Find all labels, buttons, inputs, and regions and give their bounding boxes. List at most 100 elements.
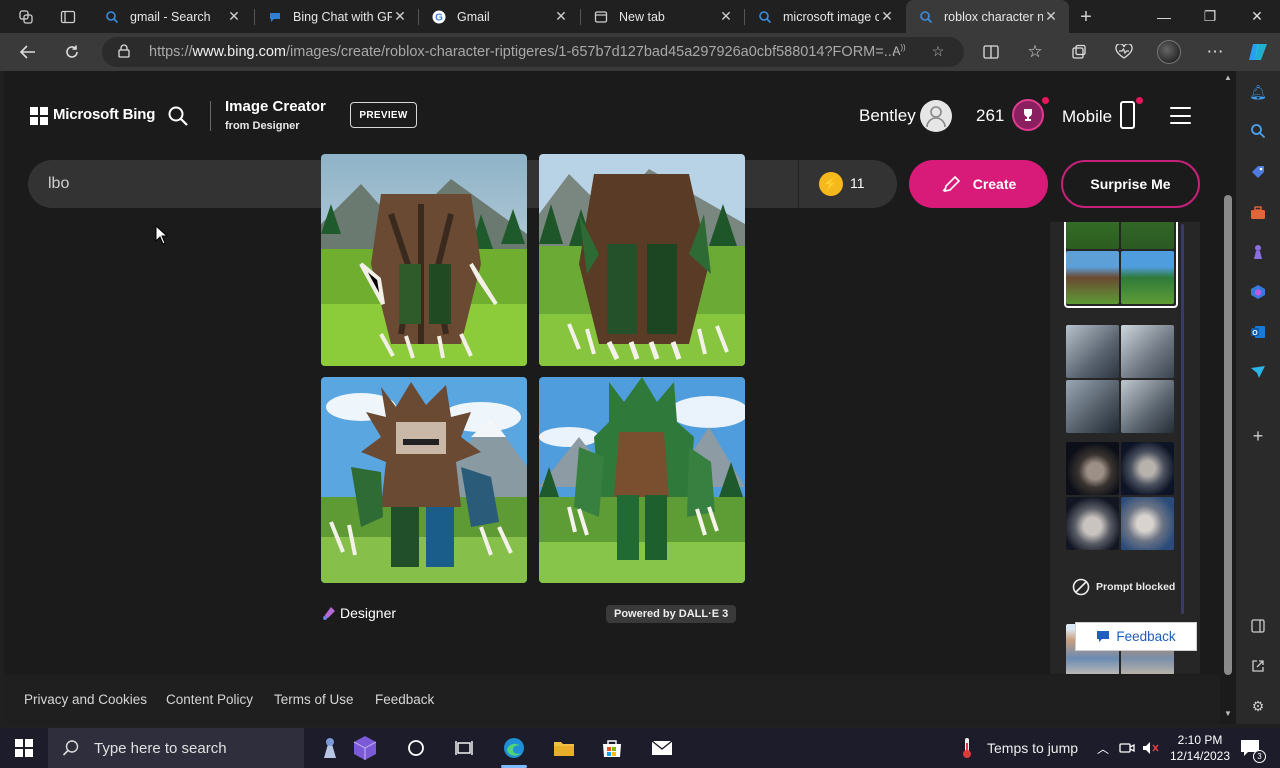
read-aloud-icon[interactable]: A)) [889,43,909,61]
microsoft-store-icon[interactable] [599,736,625,760]
url-path: /images/create/roblox-character-riptiger… [286,44,896,60]
games-chess-icon[interactable] [1247,241,1269,263]
restore-window-icon[interactable]: ❐ [1187,0,1233,33]
drop-send-icon[interactable] [1247,361,1269,383]
surprise-me-button[interactable]: Surprise Me [1061,160,1200,208]
mail-icon[interactable] [649,736,675,760]
boost-lightning-icon[interactable]: ⚡ [819,172,843,196]
favorite-star-icon[interactable]: ☆ [928,43,948,61]
history-thumbnail-city-bus[interactable] [1066,325,1178,433]
address-bar[interactable]: https://www.bing.com/images/create/roblo… [102,37,964,67]
scroll-up-arrow-icon[interactable]: ▲ [1223,73,1233,82]
collections-icon[interactable] [1065,39,1093,65]
meet-now-camera-icon[interactable] [1114,736,1140,760]
weather-text[interactable]: Temps to jump [987,740,1078,756]
close-tab-icon[interactable]: ✕ [392,8,408,25]
tab-gmail[interactable]: G Gmail ✕ [419,0,579,33]
designer-link[interactable]: Designer [321,605,396,621]
scrollbar-thumb[interactable] [1224,195,1232,675]
task-view-icon[interactable] [451,736,477,760]
header-divider [210,101,211,131]
tab-gmail-search[interactable]: gmail - Search ✕ [92,0,252,33]
url-text[interactable]: https://www.bing.com/images/create/roblo… [149,44,896,60]
mouse-cursor-icon [155,224,169,245]
weather-thermometer-icon[interactable] [954,736,980,760]
user-name[interactable]: Bentley [859,106,916,126]
history-thumbnail-space-meteor[interactable] [1066,442,1178,550]
microsoft-logo-icon[interactable] [30,107,48,125]
privacy-cookies-link[interactable]: Privacy and Cookies [24,692,147,707]
minimize-window-icon[interactable]: — [1141,0,1187,33]
show-hidden-icons-chevron[interactable]: ︿ [1090,736,1116,760]
cortana-icon[interactable] [403,736,429,760]
terms-of-use-link[interactable]: Terms of Use [274,692,354,707]
sidebar-settings-gear-icon[interactable]: ⚙ [1247,695,1269,717]
feedback-link[interactable]: Feedback [375,692,434,707]
generated-image-3[interactable] [321,377,527,583]
svg-text:G: G [435,12,443,23]
windows-taskbar: Type here to search Temps to jump ︿ 2:10… [0,728,1280,768]
close-tab-icon[interactable]: ✕ [879,8,895,25]
feedback-button[interactable]: Feedback [1075,622,1197,651]
shopping-tag-icon[interactable] [1247,161,1269,183]
new-tab-plus-icon[interactable]: + [1075,6,1097,28]
generated-image-2[interactable] [539,154,745,366]
content-policy-link[interactable]: Content Policy [166,692,253,707]
scroll-down-arrow-icon[interactable]: ▼ [1223,709,1233,718]
tools-briefcase-icon[interactable] [1247,202,1269,224]
tab-microsoft-image[interactable]: microsoft image c ✕ [745,0,905,33]
workspaces-icon[interactable] [15,6,37,28]
bing-search-icon [918,9,934,25]
windows-start-icon[interactable] [11,736,37,760]
product-title[interactable]: Image Creator [225,98,326,115]
user-avatar-icon[interactable] [920,100,952,132]
tab-actions-icon[interactable] [57,6,79,28]
refresh-icon[interactable] [58,39,86,65]
favorites-icon[interactable]: ☆ [1021,39,1049,65]
rewards-points[interactable]: 261 [976,106,1004,126]
file-explorer-icon[interactable] [551,736,577,760]
close-tab-icon[interactable]: ✕ [718,8,734,25]
open-external-icon[interactable] [1247,655,1269,677]
create-button[interactable]: Create [909,160,1048,208]
hamburger-menu-icon[interactable] [1170,107,1191,124]
mobile-label[interactable]: Mobile [1062,107,1112,127]
generated-image-4[interactable] [539,377,745,583]
tab-new-tab[interactable]: New tab ✕ [581,0,744,33]
volume-muted-icon[interactable] [1138,736,1164,760]
hide-sidebar-icon[interactable] [1247,615,1269,637]
generated-image-1[interactable] [321,154,527,366]
close-tab-icon[interactable]: ✕ [226,8,242,25]
outlook-icon[interactable]: O [1247,321,1269,343]
back-arrow-icon[interactable] [14,39,42,65]
tab-bing-chat[interactable]: Bing Chat with GP ✕ [255,0,418,33]
add-sidebar-app-icon[interactable]: + [1247,425,1269,447]
taskbar-search-box[interactable]: Type here to search [48,728,377,768]
profile-avatar[interactable] [1155,39,1183,65]
close-window-icon[interactable]: ✕ [1234,0,1280,33]
microsoft-365-icon[interactable] [1247,281,1269,303]
edge-taskbar-icon[interactable] [501,736,527,760]
more-options-icon[interactable]: ⋯ [1201,39,1229,65]
prompt-blocked-item[interactable]: Prompt blocked [1072,578,1175,596]
powered-by-dalle-badge: Powered by DALL·E 3 [606,605,737,623]
split-screen-icon[interactable] [977,39,1005,65]
history-scrollbar[interactable] [1181,224,1184,614]
brand-name[interactable]: Microsoft Bing [53,106,155,123]
tab-roblox-character-active[interactable]: roblox character n ✕ [906,0,1069,33]
close-tab-icon[interactable]: ✕ [553,8,569,25]
notification-bell-icon[interactable]: 🔔︎ [1247,81,1269,103]
sidebar-search-icon[interactable] [1247,120,1269,142]
copilot-icon[interactable] [1244,39,1272,65]
search-icon[interactable] [167,105,189,127]
system-clock[interactable]: 2:10 PM 12/14/2023 [1168,732,1232,764]
page-scrollbar[interactable]: ▲ ▼ [1220,71,1236,724]
browser-essentials-icon[interactable] [1110,39,1138,65]
lock-icon[interactable] [118,44,132,58]
rewards-trophy-icon[interactable] [1012,99,1044,131]
history-thumbnail-roblox-monster[interactable] [1066,222,1178,304]
search-highlight-scientist-icon[interactable] [316,736,344,760]
mobile-phone-icon[interactable] [1120,101,1135,129]
search-highlight-cube-icon[interactable] [352,734,378,762]
close-tab-icon[interactable]: ✕ [1043,8,1059,25]
